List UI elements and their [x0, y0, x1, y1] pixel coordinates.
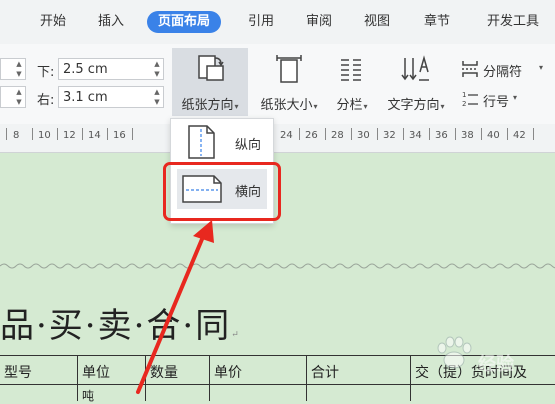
annotation-arrow-icon — [136, 220, 214, 394]
